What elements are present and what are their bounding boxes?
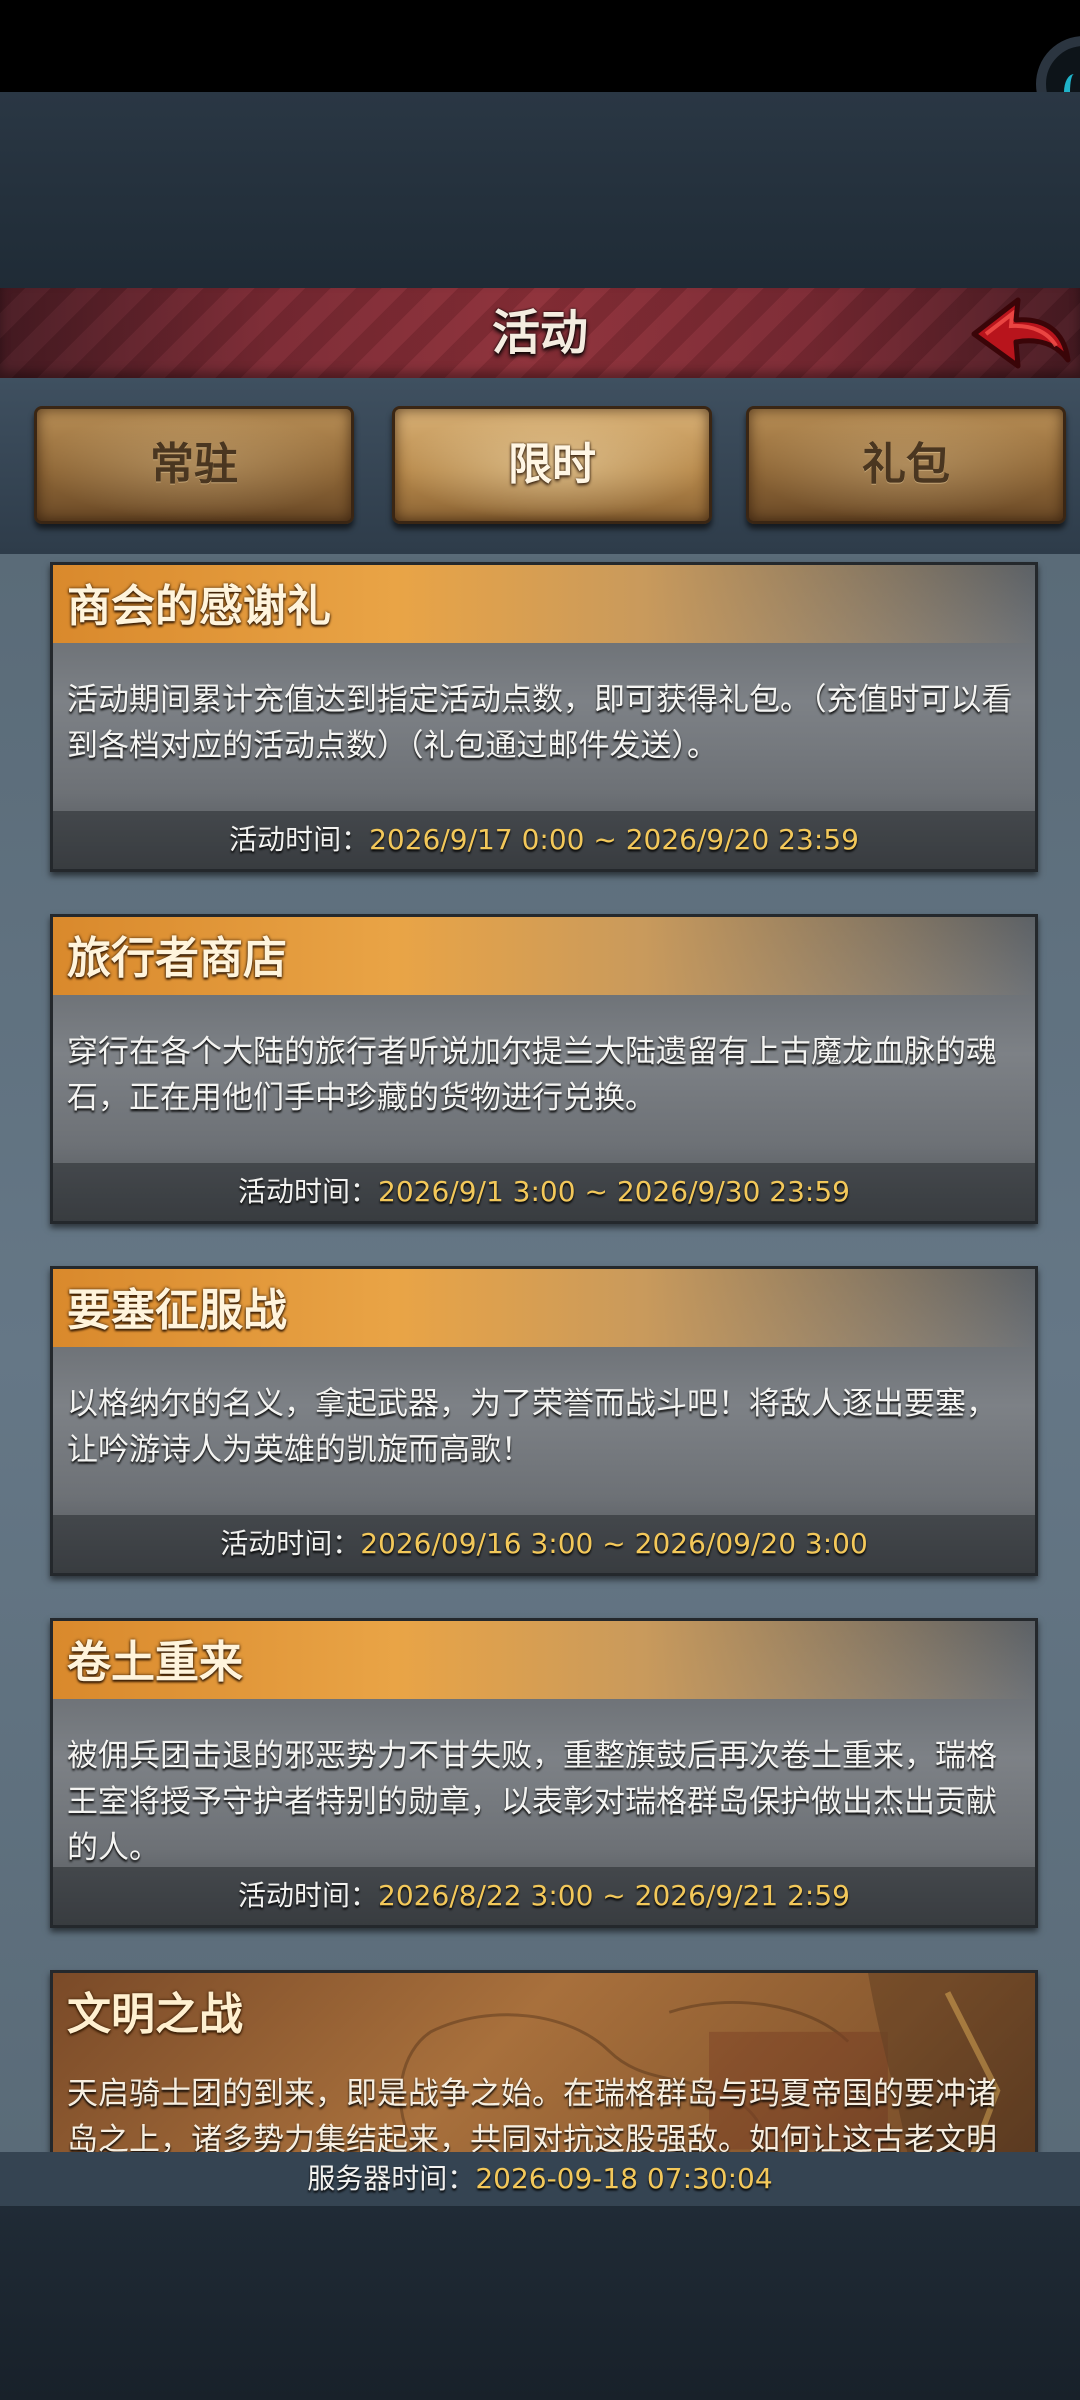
server-time-label: 服务器时间： — [307, 2162, 476, 2195]
event-description: 被佣兵团击退的邪恶势力不甘失败，重整旗鼓后再次卷土重来，瑞格王室将授予守护者特别… — [67, 1738, 997, 1866]
event-time-row: 活动时间：2026/9/17 0:00 ~ 2026/9/20 23:59 — [53, 811, 1035, 869]
top-background — [0, 92, 1080, 288]
back-button[interactable] — [966, 290, 1074, 374]
event-time-value: 2026/9/17 0:00 ~ 2026/9/20 23:59 — [369, 823, 859, 856]
event-card[interactable]: 文明之战 天启骑士团的到来，即是战争之始。在瑞格群岛与玛夏帝国的要冲诸岛之上，诸… — [50, 1970, 1038, 2152]
server-time-bar: 服务器时间：2026-09-18 07:30:04 — [0, 2152, 1080, 2206]
event-card[interactable]: 卷土重来 被佣兵团击退的邪恶势力不甘失败，重整旗鼓后再次卷土重来，瑞格王室将授予… — [50, 1618, 1038, 1928]
event-time-label: 活动时间： — [229, 823, 370, 856]
event-time-value: 2026/8/22 3:00 ~ 2026/9/21 2:59 — [378, 1879, 850, 1912]
event-title: 文明之战 — [67, 1989, 243, 2040]
tab-strip: 常驻 限时 礼包 — [0, 378, 1080, 560]
header-bar: 活动 — [0, 288, 1080, 381]
event-title: 商会的感谢礼 — [67, 581, 331, 632]
event-description: 以格纳尔的名义，拿起武器，为了荣誉而战斗吧！将敌人逐出要塞，让吟游诗人为英雄的凯… — [67, 1386, 997, 1468]
event-title: 卷土重来 — [67, 1637, 243, 1688]
tab-limited-time[interactable]: 限时 — [392, 406, 712, 524]
event-time-label: 活动时间： — [220, 1527, 361, 1560]
event-title: 要塞征服战 — [67, 1285, 287, 1336]
event-time-label: 活动时间： — [238, 1175, 379, 1208]
event-time-value: 2026/9/1 3:00 ~ 2026/9/30 23:59 — [378, 1175, 850, 1208]
event-card[interactable]: 旅行者商店 穿行在各个大陆的旅行者听说加尔提兰大陆遗留有上古魔龙血脉的魂石，正在… — [50, 914, 1038, 1224]
event-title: 旅行者商店 — [67, 933, 287, 984]
event-time-value: 2026/09/16 3:00 ~ 2026/09/20 3:00 — [360, 1527, 868, 1560]
event-card[interactable]: 要塞征服战 以格纳尔的名义，拿起武器，为了荣誉而战斗吧！将敌人逐出要塞，让吟游诗… — [50, 1266, 1038, 1576]
bottom-background — [0, 2206, 1080, 2400]
page-title: 活动 — [491, 305, 588, 361]
event-list[interactable]: 商会的感谢礼 活动期间累计充值达到指定活动点数，即可获得礼包。（充值时可以看到各… — [0, 554, 1080, 2152]
event-description: 活动期间累计充值达到指定活动点数，即可获得礼包。（充值时可以看到各档对应的活动点… — [67, 682, 1013, 764]
event-description: 穿行在各个大陆的旅行者听说加尔提兰大陆遗留有上古魔龙血脉的魂石，正在用他们手中珍… — [67, 1034, 997, 1116]
tab-permanent[interactable]: 常驻 — [34, 406, 354, 524]
event-time-label: 活动时间： — [238, 1879, 379, 1912]
event-time-row: 活动时间：2026/09/16 3:00 ~ 2026/09/20 3:00 — [53, 1515, 1035, 1573]
event-description: 天启骑士团的到来，即是战争之始。在瑞格群岛与玛夏帝国的要冲诸岛之上，诸多势力集结… — [67, 2076, 997, 2152]
event-time-row: 活动时间：2026/8/22 3:00 ~ 2026/9/21 2:59 — [53, 1867, 1035, 1925]
event-card[interactable]: 商会的感谢礼 活动期间累计充值达到指定活动点数，即可获得礼包。（充值时可以看到各… — [50, 562, 1038, 872]
back-arrow-icon — [971, 297, 1071, 369]
event-time-row: 活动时间：2026/9/1 3:00 ~ 2026/9/30 23:59 — [53, 1163, 1035, 1221]
tab-gift-pack[interactable]: 礼包 — [746, 406, 1066, 524]
server-time-value: 2026-09-18 07:30:04 — [475, 2162, 773, 2195]
status-bar — [0, 0, 1080, 92]
